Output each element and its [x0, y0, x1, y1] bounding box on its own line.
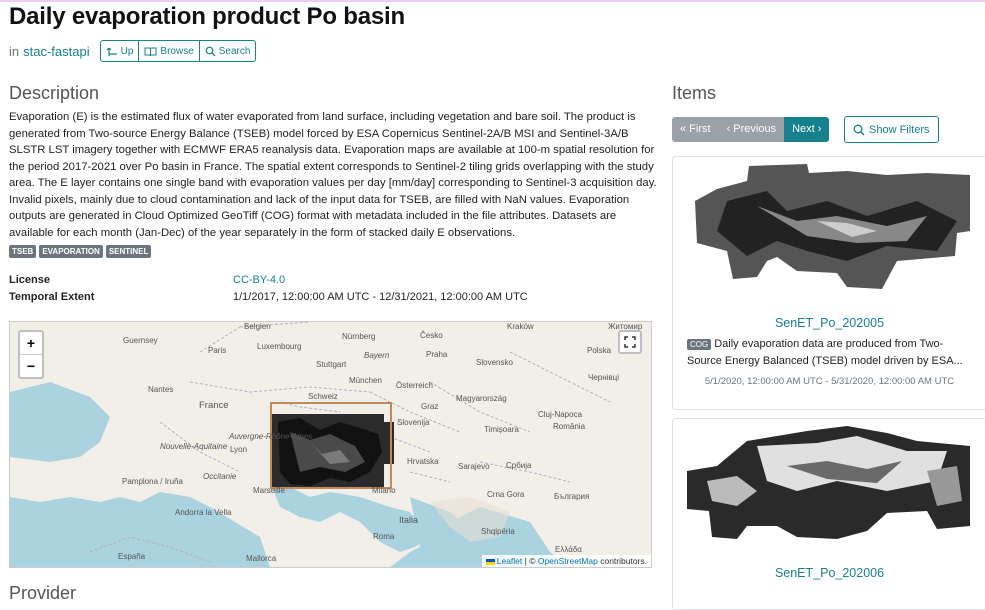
- show-filters-button[interactable]: Show Filters: [844, 116, 939, 143]
- description-text: Evaporation (E) is the estimated flux of…: [9, 111, 657, 239]
- extent-footprint: [270, 402, 394, 489]
- item-title-link[interactable]: SenET_Po_202006: [673, 566, 985, 580]
- map-label: Nantes: [148, 385, 174, 394]
- items-pagination: « First ‹ Previous Next ›: [672, 117, 830, 142]
- map-label: Nouvelle-Aquitaine: [160, 442, 228, 451]
- map-label: Polska: [587, 346, 612, 355]
- cog-badge: COG: [687, 339, 712, 350]
- items-heading: Items: [672, 83, 717, 103]
- leaflet-flag-icon: [485, 558, 495, 565]
- license-link[interactable]: CC-BY-4.0: [233, 274, 285, 286]
- map-label: Guernsey: [123, 336, 158, 345]
- item-card[interactable]: SenET_Po_202005 COG Daily evaporation dat…: [672, 156, 985, 410]
- map-label: Cluj-Napoca: [538, 410, 583, 419]
- map-label: Pamplona / Iruña: [122, 477, 183, 486]
- map-label: Italia: [399, 515, 419, 525]
- keyword-badge: EVAPORATION: [39, 245, 103, 258]
- item-card[interactable]: SenET_Po_202006: [672, 418, 985, 610]
- map-label: Paris: [208, 346, 227, 355]
- map-label: Praha: [426, 350, 448, 359]
- map-label: München: [349, 376, 382, 385]
- map-label: Stuttgart: [316, 360, 347, 369]
- map-label: Magyarország: [456, 394, 507, 403]
- map-label: România: [553, 422, 586, 431]
- extent-map[interactable]: Belgien Guernsey Nürnberg Česko Kraków Ж…: [9, 321, 652, 568]
- map-label: Kraków: [507, 322, 534, 331]
- zoom-in-button[interactable]: +: [20, 332, 42, 354]
- map-label: Ελλάδα: [555, 545, 582, 554]
- top-accent-line: [0, 0, 985, 2]
- map-zoom-control: + −: [18, 330, 44, 379]
- search-button[interactable]: Search: [198, 40, 257, 62]
- up-arrow-icon: [106, 47, 117, 56]
- map-label: Србија: [506, 461, 532, 470]
- temporal-extent-value: 1/1/2017, 12:00:00 AM UTC - 12/31/2021, …: [233, 291, 528, 303]
- up-button[interactable]: Up: [99, 40, 140, 62]
- map-label: Slovenija: [397, 418, 430, 427]
- first-page-button[interactable]: « First: [672, 117, 719, 142]
- map-label: Milano: [372, 486, 396, 495]
- map-label: Occitanie: [203, 472, 237, 481]
- item-description: COG Daily evaporation data are produced f…: [687, 338, 963, 367]
- fullscreen-icon: [624, 336, 636, 348]
- item-thumbnail[interactable]: [687, 161, 972, 311]
- map-label: Mallorca: [246, 554, 277, 563]
- parent-breadcrumb: in stac-fastapi Up Browse Search: [9, 40, 257, 62]
- keyword-badge: TSEB: [9, 245, 37, 258]
- browse-button[interactable]: Browse: [138, 40, 200, 62]
- map-label: Чернівці: [588, 373, 620, 382]
- book-icon: [144, 47, 157, 56]
- map-label: Marseille: [253, 486, 286, 495]
- zoom-out-button[interactable]: −: [20, 354, 42, 377]
- leaflet-link[interactable]: Leaflet: [497, 556, 523, 566]
- map-label: Luxembourg: [257, 342, 302, 351]
- temporal-extent-label: Temporal Extent: [9, 291, 95, 303]
- map-label: Graz: [421, 402, 439, 411]
- map-label: Nürnberg: [342, 332, 376, 341]
- providers-heading: Provider: [9, 583, 77, 603]
- map-label: Bayern: [364, 351, 390, 360]
- map-label: Shqipëria: [481, 527, 515, 536]
- next-page-button[interactable]: Next ›: [784, 117, 830, 142]
- map-label: Crna Gora: [487, 490, 525, 499]
- osm-link[interactable]: OpenStreetMap: [538, 556, 598, 566]
- license-label: License: [9, 274, 50, 286]
- map-basemap: [10, 322, 651, 567]
- item-title-link[interactable]: SenET_Po_202005: [673, 316, 985, 330]
- map-label: Schweiz: [308, 392, 338, 401]
- map-label: Hrvatska: [407, 457, 439, 466]
- keyword-badge: SENTINEL: [105, 245, 152, 258]
- description-heading: Description: [9, 83, 100, 103]
- map-label: Timișoara: [484, 425, 519, 434]
- map-label: Belgien: [244, 322, 271, 331]
- keyword-list: TSEB EVAPORATION SENTINEL: [9, 245, 152, 258]
- page-title: Daily evaporation product Po basin: [9, 3, 405, 30]
- search-icon: [205, 46, 216, 56]
- catalog-link[interactable]: stac-fastapi: [23, 44, 89, 59]
- map-label: Roma: [373, 532, 395, 541]
- map-label: France: [199, 400, 229, 411]
- item-thumbnail[interactable]: [687, 421, 972, 561]
- map-label: España: [118, 552, 146, 561]
- map-label: Lyon: [230, 445, 248, 454]
- map-attribution: Leaflet | © OpenStreetMap contributors.: [481, 555, 651, 567]
- map-label: Andorra la Vella: [175, 508, 232, 517]
- map-label: Österreich: [396, 381, 433, 390]
- fullscreen-button[interactable]: [618, 330, 642, 354]
- previous-page-button[interactable]: ‹ Previous: [718, 117, 785, 142]
- map-label: Slovensko: [476, 358, 513, 367]
- map-label: Sarajevo: [458, 462, 490, 471]
- search-icon: [853, 124, 865, 135]
- item-date: 5/1/2020, 12:00:00 AM UTC - 5/31/2020, 1…: [704, 376, 955, 387]
- in-label: in: [9, 43, 20, 59]
- nav-button-group: Up Browse Search: [99, 40, 257, 62]
- map-label: България: [554, 492, 590, 501]
- map-label: Auvergne-Rhône-Alpes: [229, 432, 313, 441]
- map-label: Česko: [420, 331, 443, 340]
